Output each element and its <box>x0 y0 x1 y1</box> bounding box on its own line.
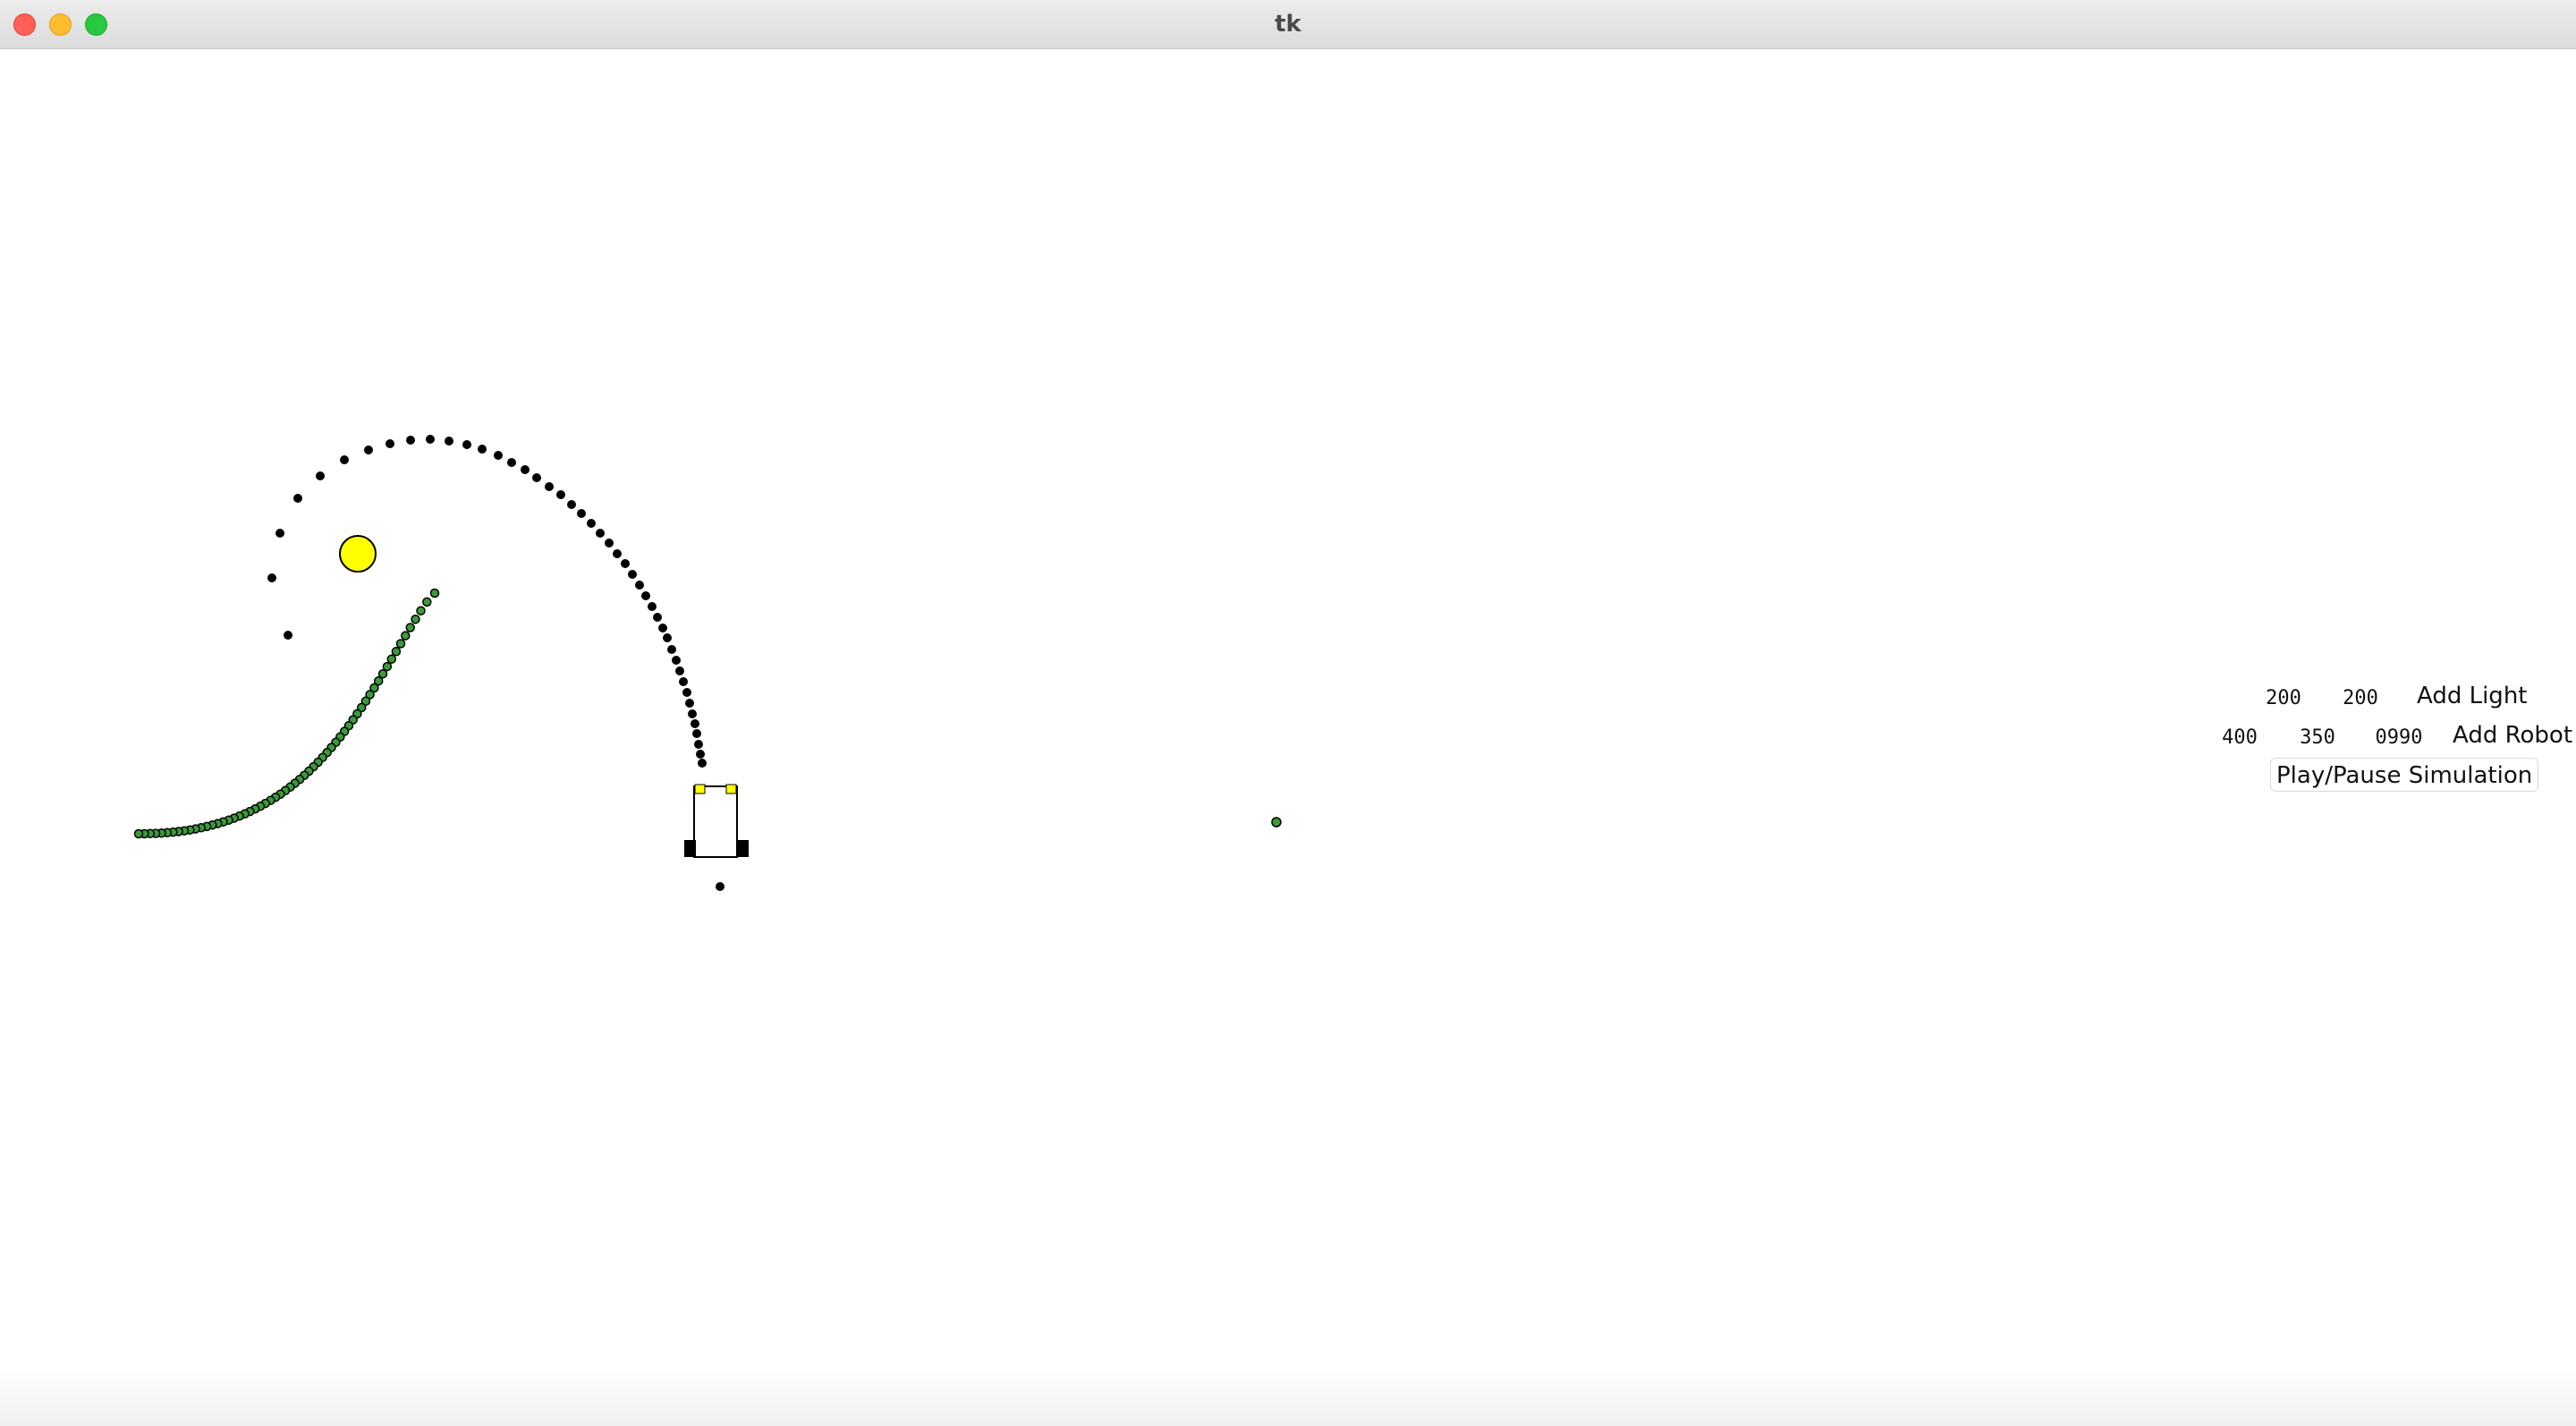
trail-point <box>688 709 697 718</box>
trail-point <box>648 602 657 611</box>
robot[interactable] <box>684 784 749 858</box>
trail-point <box>587 519 596 528</box>
trail-point <box>675 666 684 675</box>
robot-sensor-right <box>725 784 737 794</box>
robot-wheel-right <box>737 840 749 857</box>
window-bottom-shade <box>0 1369 2576 1426</box>
robot-sensor-left <box>694 784 706 794</box>
trail-point <box>133 828 144 839</box>
trail-point <box>316 471 325 480</box>
trail-point-green <box>1271 817 1282 828</box>
trail-point <box>426 435 435 444</box>
trail-point <box>567 500 576 509</box>
trail-point <box>267 573 276 582</box>
trail-point <box>401 631 411 641</box>
trail-point <box>462 440 471 449</box>
trail-point <box>658 624 667 632</box>
trail-point <box>679 677 688 686</box>
trail-point <box>532 473 541 482</box>
green-trail <box>133 588 440 839</box>
trail-point <box>429 588 440 598</box>
trail-point <box>605 539 614 547</box>
trail-point <box>653 613 662 622</box>
trail-point <box>293 494 302 503</box>
trail-point <box>691 719 699 728</box>
light-x-input[interactable] <box>2263 683 2304 712</box>
robot-y-input[interactable] <box>2297 723 2338 751</box>
trail-point <box>445 437 453 446</box>
simulation-canvas[interactable] <box>0 50 2576 1426</box>
trail-point <box>628 570 637 579</box>
tk-window: tk Add Light Add Robot Play/Pause Simula… <box>0 0 2576 1426</box>
trail-point <box>284 631 292 640</box>
light-source[interactable] <box>339 535 377 573</box>
trail-point <box>395 639 406 649</box>
light-y-input[interactable] <box>2340 683 2381 712</box>
black-trail <box>267 435 707 768</box>
trail-point <box>596 529 605 538</box>
robot-wheel-left <box>684 840 696 857</box>
trail-point <box>556 490 565 499</box>
trail-point <box>641 591 650 600</box>
play-pause-simulation-button[interactable]: Play/Pause Simulation <box>2270 758 2539 792</box>
trail-point <box>507 458 516 467</box>
trail-point <box>411 614 420 624</box>
robot-param-input[interactable] <box>2372 723 2426 751</box>
trail-point <box>613 549 622 558</box>
trail-point <box>545 482 554 491</box>
trail-point <box>692 729 701 738</box>
window-title: tk <box>1275 11 1301 38</box>
trail-point <box>667 645 676 654</box>
robot-body <box>693 785 738 858</box>
trail-point <box>382 661 393 672</box>
trail-point <box>386 439 394 448</box>
trail-point <box>635 581 644 590</box>
trail-point <box>698 759 707 768</box>
robot-x-input[interactable] <box>2219 723 2260 751</box>
trail-point <box>275 529 284 538</box>
trail-point <box>685 699 694 708</box>
add-robot-button[interactable]: Add Robot <box>2453 718 2572 752</box>
trail-point <box>521 465 530 474</box>
trail-point <box>577 509 586 518</box>
trail-point <box>694 740 703 749</box>
trail-point <box>494 451 503 460</box>
trail-point <box>621 559 630 568</box>
trail-point <box>406 436 415 445</box>
trail-point <box>405 623 415 632</box>
trail-point <box>663 633 672 642</box>
trail-point <box>364 446 373 454</box>
trail-point <box>672 656 681 665</box>
trail-point <box>682 688 691 697</box>
trail-point <box>340 455 349 464</box>
trail-point <box>386 654 397 665</box>
trail-point <box>416 606 426 615</box>
trail-point <box>716 882 724 891</box>
trail-point <box>422 597 432 607</box>
title-bar: tk <box>0 0 2576 49</box>
trail-point <box>478 445 487 454</box>
trail-point <box>391 647 402 657</box>
add-light-button[interactable]: Add Light <box>2417 679 2528 713</box>
trail-point <box>696 750 705 759</box>
